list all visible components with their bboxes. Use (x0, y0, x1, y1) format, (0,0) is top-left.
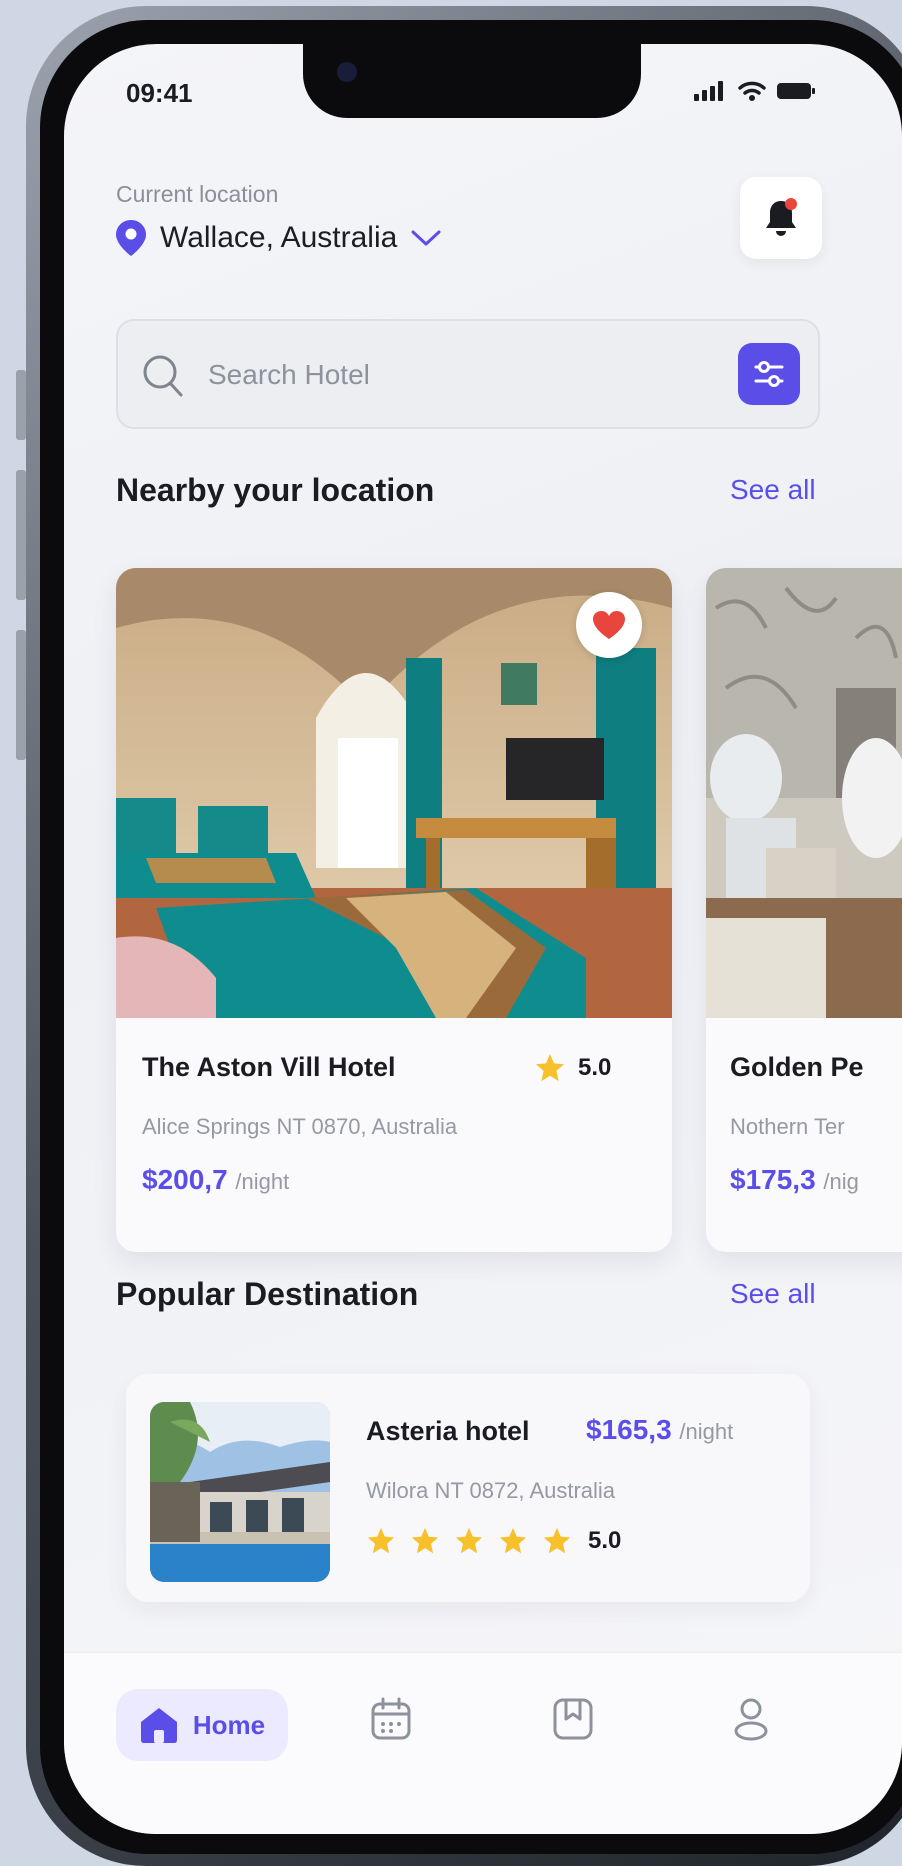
favorite-button[interactable] (576, 592, 642, 658)
location-value: Wallace, Australia (160, 221, 398, 254)
heart-icon (593, 611, 625, 639)
nav-home[interactable]: Home (116, 1689, 288, 1761)
nearby-section-title: Nearby your location (116, 472, 435, 508)
hotel-room-photo (706, 568, 902, 1018)
hotel-price: $200,7 /night (142, 1164, 289, 1196)
home-icon (140, 1708, 177, 1743)
app-screen: 09:41 Current location Wallace, Australi… (64, 44, 902, 1834)
location-pin-icon (116, 220, 146, 256)
nav-home-label: Home (192, 1709, 266, 1740)
calendar-icon[interactable] (370, 1697, 412, 1741)
hotel-card[interactable]: Golden Pe Nothern Ter $175,3 /nig (706, 568, 902, 1252)
profile-icon[interactable] (732, 1697, 770, 1741)
hotel-price-value: $200,7 (142, 1164, 228, 1195)
popular-see-all-link[interactable]: See all (730, 1278, 816, 1310)
search-input[interactable] (206, 347, 710, 403)
status-time: 09:41 (126, 78, 193, 108)
camera (337, 62, 357, 82)
phone-side-button (16, 370, 26, 440)
star-icon (499, 1527, 527, 1554)
chevron-down-icon (411, 230, 441, 246)
hotel-price-unit: /night (235, 1169, 290, 1194)
location-caption: Current location (116, 181, 279, 207)
hotel-card[interactable]: The Aston Vill Hotel 5.0 Alice Springs N… (116, 568, 672, 1252)
notch (303, 44, 641, 118)
nearby-see-all-link[interactable]: See all (730, 474, 816, 506)
destination-rating-value: 5.0 (588, 1527, 622, 1554)
destination-price-value: $165,3 (586, 1414, 672, 1445)
location-selector[interactable]: Wallace, Australia (116, 220, 441, 256)
destination-rating: 5.0 (366, 1526, 621, 1556)
bell-icon (766, 198, 797, 236)
destination-address: Wilora NT 0872, Australia (366, 1478, 616, 1503)
hotel-rating-value: 5.0 (578, 1054, 612, 1081)
star-icon (536, 1054, 564, 1082)
hotel-name: The Aston Vill Hotel (142, 1052, 396, 1082)
notification-button[interactable] (740, 177, 822, 259)
filter-button[interactable] (738, 343, 800, 405)
star-icon (411, 1527, 439, 1554)
popular-section-title: Popular Destination (116, 1276, 419, 1312)
destination-photo (150, 1402, 330, 1582)
status-icons (694, 80, 816, 102)
bookmark-icon[interactable] (552, 1697, 594, 1741)
battery-icon (777, 83, 815, 99)
hotel-price-unit: /nig (823, 1169, 859, 1194)
destination-name: Asteria hotel (366, 1416, 530, 1446)
star-icon (367, 1527, 395, 1554)
hotel-rating: 5.0 (534, 1052, 611, 1084)
search-bar[interactable] (116, 319, 820, 429)
wifi-icon (738, 81, 766, 101)
filter-icon (754, 361, 784, 387)
hotel-address: Nothern Ter (730, 1114, 845, 1139)
bottom-nav: Home (64, 1652, 902, 1834)
destination-card[interactable]: Asteria hotel $165,3 /night Wilora NT 08… (126, 1374, 810, 1602)
hotel-price-value: $175,3 (730, 1164, 816, 1195)
signal-icon (694, 81, 723, 101)
star-icon (543, 1527, 571, 1554)
hotel-name: Golden Pe (730, 1052, 864, 1082)
phone-side-button (16, 470, 26, 600)
phone-side-button (16, 630, 26, 760)
star-icon (455, 1527, 483, 1554)
hotel-exterior-photo (150, 1402, 330, 1582)
hotel-price: $175,3 /nig (730, 1164, 859, 1196)
hotel-address: Alice Springs NT 0870, Australia (142, 1114, 458, 1139)
destination-price: $165,3 /night (586, 1414, 733, 1446)
destination-price-unit: /night (679, 1419, 734, 1444)
search-icon (143, 355, 183, 397)
